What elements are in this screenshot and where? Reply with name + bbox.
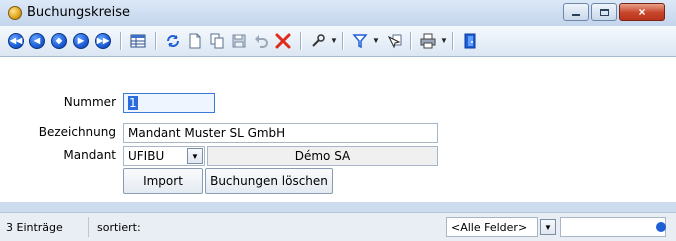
minimize-button[interactable] bbox=[563, 3, 589, 21]
filter-field-dropdown-button[interactable]: ▼ bbox=[540, 219, 556, 235]
tools-dropdown-arrow[interactable]: ▼ bbox=[330, 35, 338, 47]
refresh-button[interactable] bbox=[163, 31, 183, 51]
record-count: 3 Einträge bbox=[6, 221, 63, 234]
previous-page-icon: ◀ bbox=[29, 33, 45, 49]
buchungskreise-window: Buchungskreise × ◀◀ ◀ ◆ ▶ ▶▶ ▼ ▼ ▼ Numme… bbox=[0, 0, 676, 241]
previous-record-icon: ◆ bbox=[51, 33, 67, 49]
mandant-dropdown-button[interactable]: ▼ bbox=[187, 148, 203, 164]
chevron-down-icon: ▼ bbox=[544, 222, 552, 232]
previous-page-button[interactable]: ◀ bbox=[27, 31, 47, 51]
copy-icon bbox=[210, 33, 224, 49]
copy-record-button[interactable] bbox=[207, 31, 227, 51]
mandant-label: Mandant bbox=[63, 148, 116, 162]
status-separator bbox=[88, 217, 89, 237]
close-icon: × bbox=[638, 5, 646, 19]
maximize-button[interactable] bbox=[591, 3, 617, 21]
toolbar-separator bbox=[300, 32, 302, 50]
maximize-icon bbox=[599, 8, 609, 16]
window-title: Buchungskreise bbox=[27, 5, 131, 20]
first-record-icon: ◀◀ bbox=[8, 33, 24, 49]
exit-button[interactable] bbox=[460, 31, 480, 51]
toolbar-separator bbox=[342, 32, 344, 50]
toolbar: ◀◀ ◀ ◆ ▶ ▶▶ ▼ ▼ ▼ bbox=[0, 26, 676, 57]
toolbar-separator bbox=[410, 32, 412, 50]
print-dropdown-arrow[interactable]: ▼ bbox=[440, 35, 448, 47]
last-record-button[interactable]: ▶▶ bbox=[93, 31, 113, 51]
sort-status: sortiert: bbox=[97, 221, 141, 234]
tools-button[interactable] bbox=[308, 31, 328, 51]
undo-button[interactable] bbox=[251, 31, 271, 51]
refresh-icon bbox=[167, 35, 179, 47]
table-view-button[interactable] bbox=[128, 31, 148, 51]
filter-dropdown-arrow[interactable]: ▼ bbox=[372, 35, 380, 47]
bezeichnung-label: Bezeichnung bbox=[38, 125, 116, 139]
cursor-select-icon bbox=[387, 34, 402, 49]
save-icon bbox=[232, 34, 246, 48]
undo-icon bbox=[255, 35, 268, 48]
previous-record-button[interactable]: ◆ bbox=[49, 31, 69, 51]
minimize-icon bbox=[572, 14, 580, 16]
import-button[interactable]: Import bbox=[123, 168, 203, 194]
bezeichnung-field[interactable]: Mandant Muster SL GmbH bbox=[123, 123, 438, 143]
save-button[interactable] bbox=[229, 31, 249, 51]
table-icon bbox=[130, 34, 146, 48]
form-area: Nummer 1 Bezeichnung Mandant Muster SL G… bbox=[0, 57, 676, 202]
close-button[interactable]: × bbox=[619, 3, 665, 21]
filter-button[interactable] bbox=[350, 31, 370, 51]
search-icon[interactable] bbox=[656, 222, 666, 232]
mandant-name-display: Démo SA bbox=[207, 146, 438, 166]
nummer-value: 1 bbox=[128, 96, 138, 110]
toolbar-separator bbox=[120, 32, 122, 50]
first-record-button[interactable]: ◀◀ bbox=[6, 31, 26, 51]
nummer-field[interactable]: 1 bbox=[123, 93, 215, 113]
next-record-icon: ▶ bbox=[73, 33, 89, 49]
toolbar-separator bbox=[452, 32, 454, 50]
toolbar-separator bbox=[155, 32, 157, 50]
new-document-icon bbox=[189, 33, 201, 49]
select-button[interactable] bbox=[385, 31, 405, 51]
buchungen-loeschen-button[interactable]: Buchungen löschen bbox=[205, 168, 333, 194]
title-bar[interactable]: Buchungskreise × bbox=[0, 0, 676, 26]
print-icon bbox=[420, 33, 436, 49]
delete-button[interactable] bbox=[273, 31, 293, 51]
search-input[interactable] bbox=[560, 217, 666, 237]
next-record-button[interactable]: ▶ bbox=[71, 31, 91, 51]
new-record-button[interactable] bbox=[185, 31, 205, 51]
filter-field-select[interactable]: <Alle Felder> bbox=[446, 217, 538, 237]
status-bar: 3 Einträge sortiert: <Alle Felder> ▼ bbox=[0, 212, 676, 241]
filter-field-value: <Alle Felder> bbox=[451, 221, 528, 234]
delete-x-icon bbox=[275, 33, 291, 49]
app-icon bbox=[8, 6, 22, 20]
chevron-down-icon: ▼ bbox=[191, 151, 199, 161]
last-record-icon: ▶▶ bbox=[95, 33, 111, 49]
exit-door-icon bbox=[464, 33, 476, 49]
tools-icon bbox=[312, 34, 325, 47]
nummer-label: Nummer bbox=[63, 95, 116, 109]
mandant-value: UFIBU bbox=[128, 149, 165, 163]
print-button[interactable] bbox=[418, 31, 438, 51]
filter-icon bbox=[352, 34, 368, 49]
